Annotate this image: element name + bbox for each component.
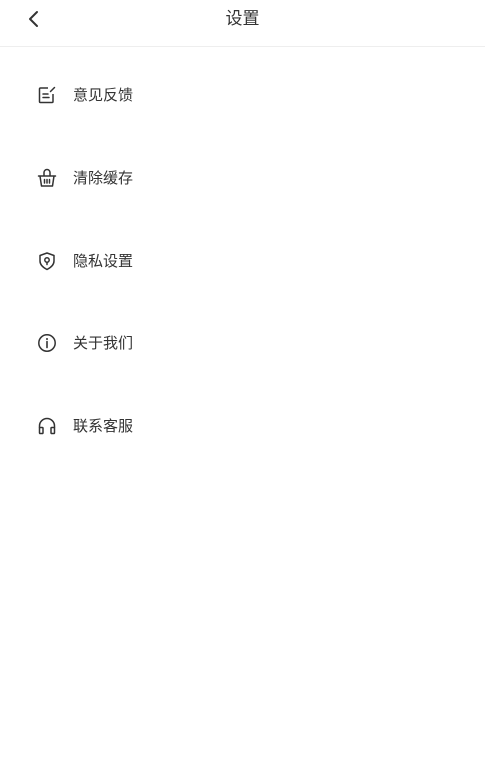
settings-menu: 意见反馈 清除缓存 隐私设置 关于我们 联系客服 xyxy=(0,54,485,467)
headphones-icon xyxy=(36,415,58,437)
basket-icon xyxy=(36,167,58,189)
info-icon xyxy=(36,332,58,354)
menu-item-label: 意见反馈 xyxy=(73,86,134,105)
menu-item-privacy[interactable]: 隐私设置 xyxy=(0,219,485,302)
menu-item-label: 隐私设置 xyxy=(73,251,134,270)
menu-item-label: 关于我们 xyxy=(73,334,134,353)
shield-icon xyxy=(36,250,58,272)
menu-item-label: 清除缓存 xyxy=(73,169,134,188)
menu-item-clear-cache[interactable]: 清除缓存 xyxy=(0,137,485,220)
menu-item-feedback[interactable]: 意见反馈 xyxy=(0,54,485,137)
page-title: 设置 xyxy=(225,9,260,29)
feedback-icon xyxy=(36,84,58,106)
header-bar: 设置 xyxy=(0,0,485,47)
menu-item-about[interactable]: 关于我们 xyxy=(0,302,485,385)
menu-item-label: 联系客服 xyxy=(73,417,134,436)
menu-item-customer-service[interactable]: 联系客服 xyxy=(0,385,485,468)
